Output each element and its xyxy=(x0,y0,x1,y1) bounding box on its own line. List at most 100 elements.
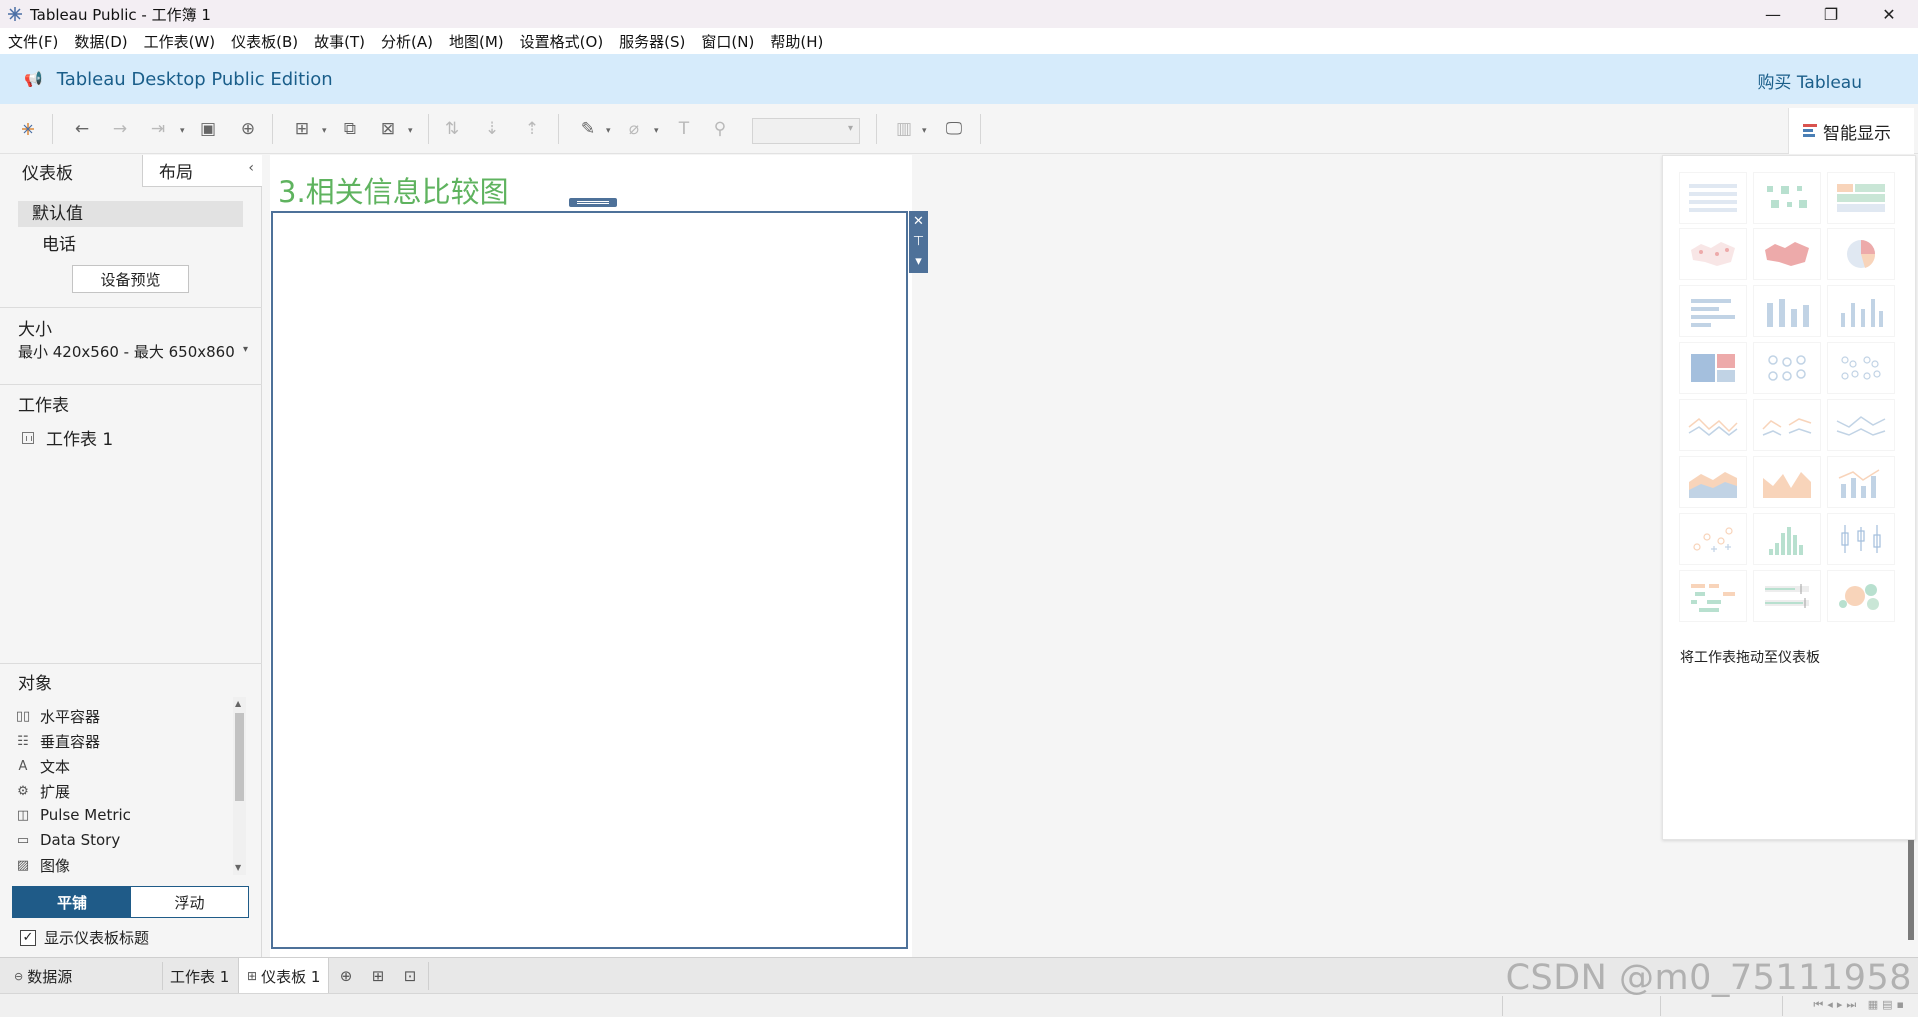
group-icon[interactable]: ⌀ xyxy=(622,117,646,141)
chevron-down-icon[interactable]: ▾ xyxy=(606,126,614,136)
object-pulse-metric[interactable]: ◫ Pulse Metric xyxy=(14,806,131,824)
menu-server[interactable]: 服务器(S) xyxy=(611,31,693,52)
save-icon[interactable]: ▣ xyxy=(196,117,220,141)
chevron-down-icon[interactable]: ▾ xyxy=(180,126,188,136)
close-icon[interactable]: ✕ xyxy=(1860,0,1918,28)
minimize-icon[interactable]: — xyxy=(1744,0,1802,28)
tab-dashboard-active[interactable]: ⊞ 仪表板 1 xyxy=(238,958,330,994)
chart-side-by-side-bars-icon[interactable] xyxy=(1827,285,1895,337)
dashboard-title[interactable]: 3.相关信息比较图 xyxy=(278,169,509,211)
chart-dual-lines-icon[interactable] xyxy=(1827,399,1895,451)
clear-icon[interactable]: ⊠ xyxy=(376,117,400,141)
redo-icon[interactable]: → xyxy=(108,117,132,141)
replay-icon[interactable]: ⇥ xyxy=(146,117,170,141)
show-cards-icon[interactable]: ▥ xyxy=(892,117,916,141)
menu-dashboard[interactable]: 仪表板(B) xyxy=(223,31,306,52)
chart-symbol-map-icon[interactable] xyxy=(1679,228,1747,280)
scroll-down-icon[interactable]: ▼ xyxy=(235,863,241,872)
chart-horizontal-bars-icon[interactable] xyxy=(1679,285,1747,337)
undo-icon[interactable]: ← xyxy=(70,117,94,141)
menu-data[interactable]: 数据(D) xyxy=(66,31,135,52)
chart-scatter-plot-icon[interactable] xyxy=(1679,513,1747,565)
swap-icon[interactable]: ⇅ xyxy=(440,117,464,141)
chart-bullet-graph-icon[interactable] xyxy=(1753,570,1821,622)
label-icon[interactable]: T xyxy=(672,117,696,141)
menu-window[interactable]: 窗口(N) xyxy=(693,31,762,52)
chart-treemap-icon[interactable] xyxy=(1679,342,1747,394)
new-worksheet-icon[interactable]: ⊞ xyxy=(290,117,314,141)
pin-icon[interactable]: ⚲ xyxy=(708,117,732,141)
tab-layout[interactable]: 布局 ‹ xyxy=(143,155,262,187)
duplicate-icon[interactable]: ⧉ xyxy=(338,117,362,141)
drag-handle[interactable] xyxy=(569,198,617,207)
show-title-checkbox-row[interactable]: ✓ 显示仪表板标题 xyxy=(20,927,149,948)
chart-dual-combination-icon[interactable] xyxy=(1827,456,1895,508)
chart-area-continuous-icon[interactable] xyxy=(1679,456,1747,508)
menu-map[interactable]: 地图(M) xyxy=(441,31,512,52)
object-horizontal-container[interactable]: ▯▯ 水平容器 xyxy=(14,706,100,727)
highlight-icon[interactable]: ✎ xyxy=(576,117,600,141)
device-preview-button[interactable]: 设备预览 xyxy=(72,265,189,293)
pin-icon[interactable]: ⊤ xyxy=(913,231,924,251)
scroll-up-icon[interactable]: ▲ xyxy=(235,699,241,708)
menu-file[interactable]: 文件(F) xyxy=(0,31,66,52)
chevron-down-icon[interactable]: ▾ xyxy=(408,126,416,136)
floating-button[interactable]: 浮动 xyxy=(131,887,248,917)
new-worksheet-icon[interactable]: ⊕ xyxy=(336,966,356,986)
menu-worksheet[interactable]: 工作表(W) xyxy=(136,31,224,52)
sheet-navigation-icons[interactable]: ⏮◂▸⏭ ▦▤▪ xyxy=(1813,998,1908,1012)
menu-help[interactable]: 帮助(H) xyxy=(762,31,831,52)
chart-circle-views-icon[interactable] xyxy=(1753,342,1821,394)
tiled-button[interactable]: 平铺 xyxy=(13,887,131,917)
chart-text-table-icon[interactable] xyxy=(1679,172,1747,224)
device-phone-item[interactable]: 电话 xyxy=(42,230,76,255)
size-dropdown[interactable]: 最小 420x560 - 最大 650x860 ▾ xyxy=(18,341,248,362)
object-extension[interactable]: ⚙ 扩展 xyxy=(14,781,70,802)
chart-side-by-side-circles-icon[interactable] xyxy=(1827,342,1895,394)
smart-show-tab[interactable]: 智能显示 xyxy=(1788,108,1914,154)
menu-analysis[interactable]: 分析(A) xyxy=(373,31,441,52)
object-text[interactable]: A 文本 xyxy=(14,756,70,777)
chart-discrete-lines-icon[interactable] xyxy=(1753,399,1821,451)
chevron-down-icon[interactable]: ▾ xyxy=(922,126,930,136)
tableau-logo-icon[interactable] xyxy=(16,117,40,141)
new-dashboard-icon[interactable]: ⊞ xyxy=(368,966,388,986)
device-default-item[interactable]: 默认值 xyxy=(18,201,243,227)
menu-format[interactable]: 设置格式(O) xyxy=(512,31,612,52)
more-options-icon[interactable]: ▾ xyxy=(915,251,922,271)
object-image[interactable]: ▨ 图像 xyxy=(14,855,70,876)
chart-filled-map-icon[interactable] xyxy=(1753,228,1821,280)
chart-area-discrete-icon[interactable] xyxy=(1753,456,1821,508)
new-datasource-icon[interactable]: ⊕ xyxy=(236,117,260,141)
buy-tableau-link[interactable]: 购买 Tableau xyxy=(1757,68,1862,93)
chart-pie-chart-icon[interactable] xyxy=(1827,228,1895,280)
objects-scrollbar[interactable]: ▲ ▼ xyxy=(233,697,246,875)
sheet-list-item[interactable]: 工作表 1 xyxy=(22,425,113,450)
dashboard-canvas[interactable]: 3.相关信息比较图 ✕ ⊤ ▾ xyxy=(270,155,928,957)
restore-icon[interactable]: ❐ xyxy=(1802,0,1860,28)
sort-ascending-icon[interactable]: ⇣ xyxy=(480,117,504,141)
object-vertical-container[interactable]: ☷ 垂直容器 xyxy=(14,731,100,752)
chart-heat-map-icon[interactable] xyxy=(1753,172,1821,224)
sort-descending-icon[interactable]: ⇡ xyxy=(520,117,544,141)
close-icon[interactable]: ✕ xyxy=(913,211,924,231)
chart-highlight-table-icon[interactable] xyxy=(1827,172,1895,224)
chevron-down-icon[interactable]: ▾ xyxy=(654,126,662,136)
tab-dashboard[interactable]: 仪表板 xyxy=(0,155,143,187)
collapse-panel-icon[interactable]: ‹ xyxy=(248,160,254,176)
menu-story[interactable]: 故事(T) xyxy=(306,31,373,52)
chart-histogram-icon[interactable] xyxy=(1753,513,1821,565)
layout-container[interactable] xyxy=(271,211,908,949)
tab-datasource[interactable]: ⊖ 数据源 xyxy=(6,958,80,994)
chart-continuous-lines-icon[interactable] xyxy=(1679,399,1747,451)
chart-stacked-bars-icon[interactable] xyxy=(1753,285,1821,337)
presentation-icon[interactable]: 🖵 xyxy=(942,117,966,141)
new-story-icon[interactable]: ⊡ xyxy=(400,966,420,986)
chart-gantt-chart-icon[interactable] xyxy=(1679,570,1747,622)
checkbox[interactable]: ✓ xyxy=(20,929,36,946)
scrollbar-thumb[interactable] xyxy=(235,713,244,801)
canvas-scrollbar[interactable] xyxy=(1908,840,1914,940)
tab-worksheet[interactable]: 工作表 1 xyxy=(162,958,237,994)
chevron-down-icon[interactable]: ▾ xyxy=(322,126,330,136)
chart-packed-bubbles-icon[interactable] xyxy=(1827,570,1895,622)
